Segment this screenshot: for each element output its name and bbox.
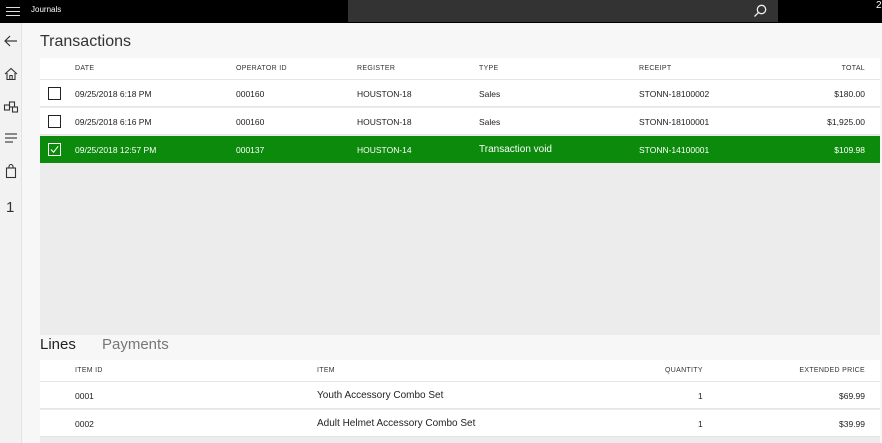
line-item-name: Youth Accessory Combo Set	[317, 390, 444, 401]
transaction-type: Sales	[479, 117, 501, 127]
line-item-quantity: 1	[698, 419, 703, 429]
column-header-quantity[interactable]: QUANTITY	[665, 367, 703, 374]
tab-payments[interactable]: Payments	[102, 336, 169, 353]
transaction-receipt: STONN-18100001	[639, 117, 710, 127]
shopping-bag-icon[interactable]	[3, 163, 19, 179]
navigation-rail: 1	[0, 23, 22, 443]
transactions-grid: DATE OPERATOR ID REGISTER TYPE RECEIPT T…	[40, 58, 880, 335]
corner-glyph: 2	[876, 0, 882, 11]
column-header-item[interactable]: ITEM	[317, 367, 335, 374]
column-header-receipt[interactable]: RECEIPT	[639, 65, 671, 72]
transaction-operator-id: 000160	[236, 89, 265, 99]
column-header-item-id[interactable]: ITEM ID	[75, 367, 103, 374]
line-item-quantity: 1	[698, 391, 703, 401]
column-header-extended-price[interactable]: EXTENDED PRICE	[799, 367, 865, 374]
line-item-price: $39.99	[839, 419, 865, 429]
transaction-row-selected[interactable]: 09/25/2018 12:57 PM 000137 HOUSTON-14 Tr…	[40, 136, 880, 163]
tab-lines[interactable]: Lines	[40, 336, 76, 353]
home-icon[interactable]	[3, 66, 19, 82]
checkmark-icon	[50, 146, 59, 154]
search-input[interactable]	[348, 0, 778, 22]
app-title: Journals	[31, 5, 62, 14]
transaction-operator-id: 000160	[236, 117, 265, 127]
transaction-register: HOUSTON-18	[357, 89, 412, 99]
line-item-row[interactable]: 0002 Adult Helmet Accessory Combo Set 1 …	[40, 410, 880, 437]
search-icon[interactable]	[752, 3, 768, 19]
transaction-type: Sales	[479, 89, 501, 99]
main-content: Transactions DATE OPERATOR ID REGISTER T…	[22, 23, 882, 443]
transactions-header: DATE OPERATOR ID REGISTER TYPE RECEIPT T…	[40, 58, 880, 80]
row-checkbox[interactable]	[48, 87, 61, 100]
cart-count-badge: 1	[6, 199, 15, 216]
transaction-total: $1,925.00	[827, 117, 865, 127]
line-item-row[interactable]: 0001 Youth Accessory Combo Set 1 $69.99	[40, 382, 880, 409]
transaction-row[interactable]: 09/25/2018 6:18 PM 000160 HOUSTON-18 Sal…	[40, 80, 880, 107]
transaction-register: HOUSTON-18	[357, 117, 412, 127]
lines-header: ITEM ID ITEM QUANTITY EXTENDED PRICE	[40, 360, 880, 382]
transaction-receipt: STONN-14100001	[639, 145, 710, 155]
column-header-total[interactable]: TOTAL	[842, 65, 865, 72]
transaction-operator-id: 000137	[236, 145, 265, 155]
lines-grid: ITEM ID ITEM QUANTITY EXTENDED PRICE 000…	[40, 360, 880, 443]
column-header-type[interactable]: TYPE	[479, 65, 498, 72]
row-checkbox-checked[interactable]	[48, 143, 61, 156]
transaction-register: HOUSTON-14	[357, 145, 412, 155]
transaction-total: $109.98	[834, 145, 865, 155]
hamburger-menu-icon[interactable]	[0, 0, 26, 23]
column-header-operator-id[interactable]: OPERATOR ID	[236, 65, 287, 72]
column-header-register[interactable]: REGISTER	[357, 65, 395, 72]
products-icon[interactable]	[3, 98, 19, 114]
transaction-row[interactable]: 09/25/2018 6:16 PM 000160 HOUSTON-18 Sal…	[40, 108, 880, 135]
menu-list-icon[interactable]	[3, 130, 19, 146]
transaction-date: 09/25/2018 12:57 PM	[75, 145, 157, 155]
line-item-id: 0001	[75, 391, 94, 401]
transaction-type: Transaction void	[479, 144, 552, 155]
transaction-date: 09/25/2018 6:18 PM	[75, 89, 152, 99]
line-item-name: Adult Helmet Accessory Combo Set	[317, 418, 476, 429]
row-checkbox[interactable]	[48, 115, 61, 128]
transaction-date: 09/25/2018 6:16 PM	[75, 117, 152, 127]
line-item-id: 0002	[75, 419, 94, 429]
line-item-price: $69.99	[839, 391, 865, 401]
transaction-receipt: STONN-18100002	[639, 89, 710, 99]
transaction-total: $180.00	[834, 89, 865, 99]
back-icon[interactable]	[3, 33, 19, 49]
column-header-date[interactable]: DATE	[75, 65, 94, 72]
title-bar: Journals 2	[0, 0, 882, 23]
page-title: Transactions	[40, 33, 131, 50]
